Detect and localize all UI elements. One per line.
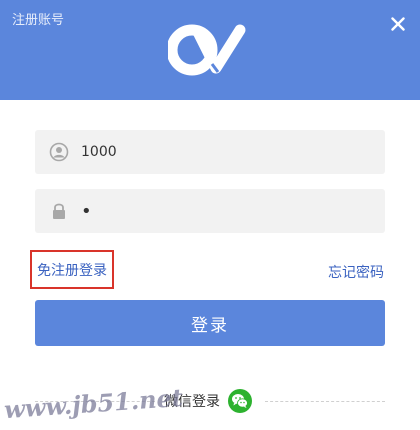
password-field xyxy=(35,189,385,233)
no-register-login-link[interactable]: 免注册登录 xyxy=(30,250,114,289)
lock-icon xyxy=(49,201,69,221)
username-field xyxy=(35,130,385,174)
forgot-password-link[interactable]: 忘记密码 xyxy=(328,262,384,282)
close-button[interactable] xyxy=(386,12,410,36)
wechat-login-label: 微信登录 xyxy=(164,394,220,410)
user-icon xyxy=(49,142,69,162)
site-watermark: www.jb51.net xyxy=(3,382,184,425)
divider-right xyxy=(265,401,385,402)
register-account-link[interactable]: 注册账号 xyxy=(12,9,64,28)
login-window: 注册账号 1000 • 免注册登录 忘记密码 登录 微信登录 www.jb51.… xyxy=(0,0,420,430)
wechat-login-button[interactable]: 微信登录 xyxy=(162,386,254,416)
wechat-icon xyxy=(228,389,252,413)
app-logo xyxy=(168,24,246,76)
divider-left xyxy=(35,401,155,402)
password-input[interactable] xyxy=(81,196,361,226)
header-banner: 注册账号 xyxy=(0,0,420,100)
login-button[interactable]: 登录 xyxy=(35,300,385,346)
username-input[interactable] xyxy=(81,137,361,167)
close-icon xyxy=(391,17,405,31)
